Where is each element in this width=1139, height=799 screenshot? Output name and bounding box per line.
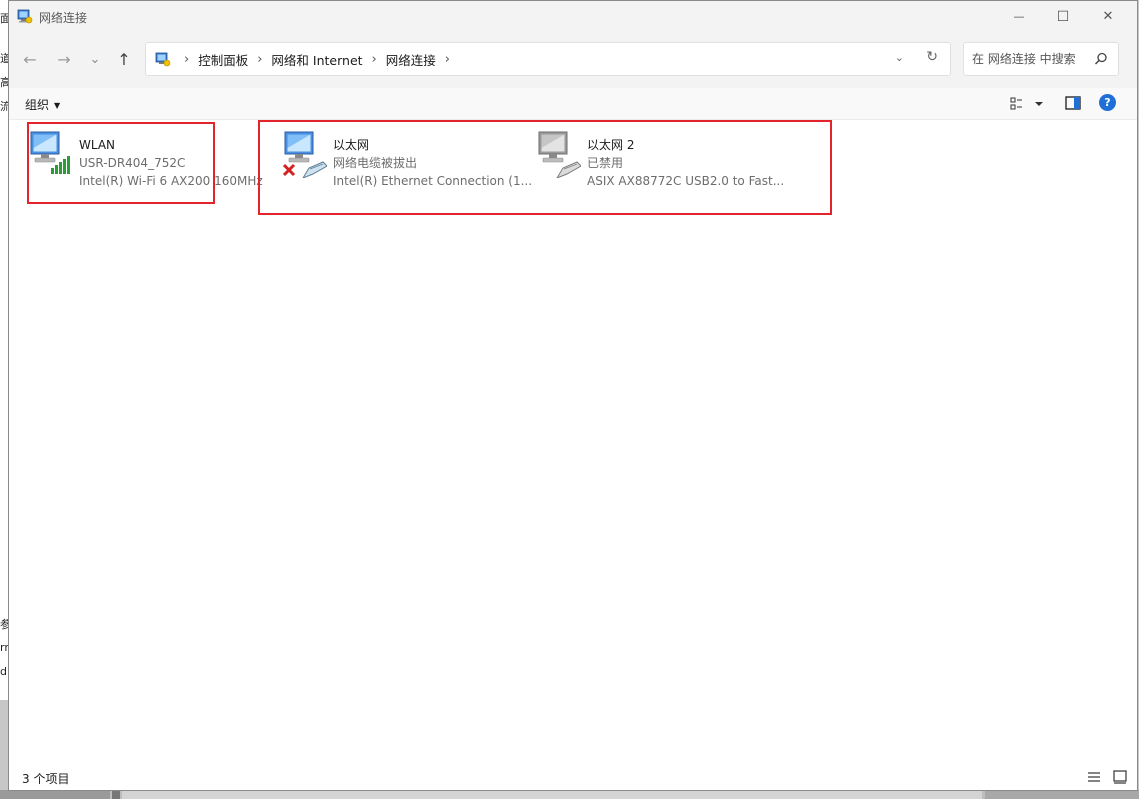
connections-list: WLAN USR-DR404_752C Intel(R) Wi-Fi 6 AX2… <box>9 120 1137 765</box>
maximize-icon: ☐ <box>1056 8 1070 25</box>
breadcrumb-separator-icon[interactable]: › <box>372 52 377 67</box>
breadcrumb-control-panel[interactable]: 控制面板 <box>198 50 248 69</box>
address-history-dropdown-icon[interactable]: ⌄ <box>895 51 904 64</box>
control-panel-icon <box>155 51 171 67</box>
navigation-bar: ← → ⌄ ↑ › 控制面板 › 网络和 Internet › 网络连接 › ⌄… <box>9 32 1137 88</box>
minimize-button[interactable]: — <box>996 1 1042 32</box>
recent-locations-button[interactable]: ⌄ <box>83 47 107 71</box>
status-bar: 3 个项目 <box>9 765 1137 790</box>
highlight-box-wlan <box>27 122 215 204</box>
forward-arrow-icon: → <box>57 49 71 69</box>
change-view-button[interactable] <box>1009 96 1049 112</box>
title-bar[interactable]: 网络连接 — ☐ ✕ <box>9 1 1137 32</box>
refresh-icon[interactable]: ↻ <box>926 49 938 65</box>
back-arrow-icon: ← <box>23 49 37 69</box>
breadcrumb-separator-icon[interactable]: › <box>184 52 189 67</box>
explorer-window: 网络连接 — ☐ ✕ ← → ⌄ ↑ › 控制面板 › 网络和 Internet… <box>8 0 1138 791</box>
address-bar[interactable]: › 控制面板 › 网络和 Internet › 网络连接 › ⌄ ↻ <box>145 42 951 76</box>
close-button[interactable]: ✕ <box>1085 1 1131 32</box>
minimize-icon: — <box>1013 10 1025 23</box>
preview-pane-button[interactable] <box>1065 96 1081 110</box>
organize-menu-button[interactable]: 组织 ▼ <box>25 96 60 113</box>
caret-down-icon: ▼ <box>54 101 61 110</box>
breadcrumb: › 控制面板 › 网络和 Internet › 网络连接 › <box>178 43 459 75</box>
tiles-view-button[interactable] <box>1113 770 1127 784</box>
background-strip <box>0 790 1139 799</box>
close-icon: ✕ <box>1102 9 1114 24</box>
forward-button[interactable]: → <box>52 47 76 71</box>
search-box[interactable] <box>963 42 1119 76</box>
search-input[interactable] <box>972 43 1092 75</box>
help-button[interactable]: ? <box>1099 94 1116 111</box>
network-folder-icon <box>17 8 33 24</box>
up-button[interactable]: ↑ <box>112 47 136 71</box>
organize-label: 组织 <box>25 98 50 112</box>
up-arrow-icon: ↑ <box>117 49 131 69</box>
highlight-box-ethernet <box>258 120 832 215</box>
details-view-button[interactable] <box>1087 770 1101 784</box>
chevron-down-icon: ⌄ <box>89 51 101 67</box>
back-button[interactable]: ← <box>18 47 42 71</box>
window-title: 网络连接 <box>39 11 88 25</box>
breadcrumb-network-connections[interactable]: 网络连接 <box>386 50 436 69</box>
command-bar: 组织 ▼ ? <box>9 88 1137 120</box>
item-count: 3 个项目 <box>22 772 70 786</box>
breadcrumb-separator-icon[interactable]: › <box>445 52 450 67</box>
search-icon[interactable] <box>1094 52 1108 66</box>
breadcrumb-network-internet[interactable]: 网络和 Internet <box>271 50 362 69</box>
breadcrumb-separator-icon[interactable]: › <box>257 52 262 67</box>
maximize-button[interactable]: ☐ <box>1040 1 1086 32</box>
